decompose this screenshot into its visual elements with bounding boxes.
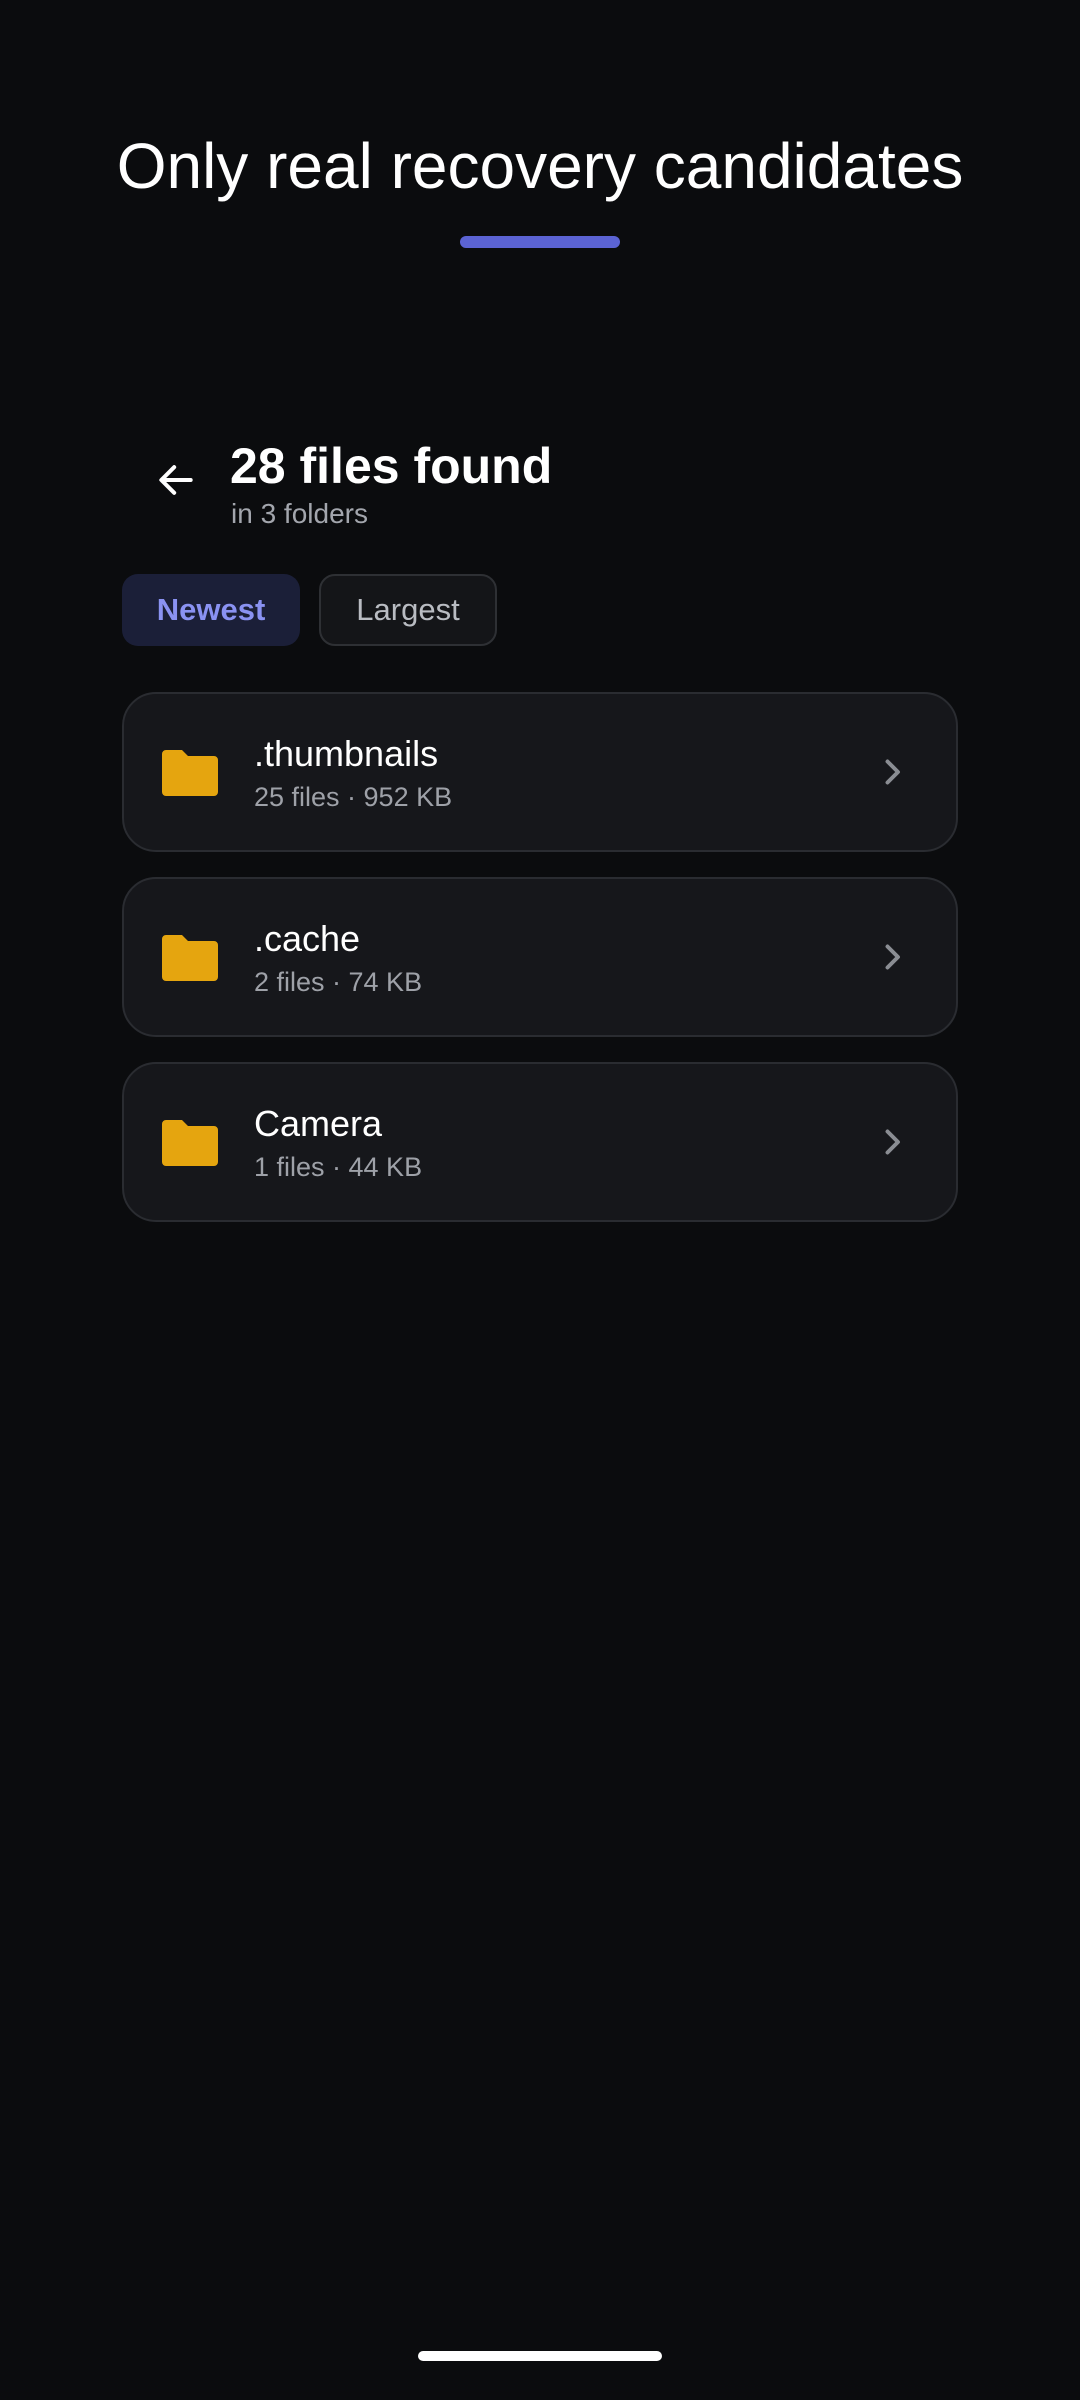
folder-icon: [162, 750, 218, 796]
chevron-right-icon: [874, 754, 910, 790]
chevron-right-icon: [874, 1124, 910, 1160]
folder-icon: [162, 1120, 218, 1166]
folder-name: .thumbnails: [254, 733, 439, 774]
home-indicator[interactable]: [418, 2351, 662, 2361]
chevron-right-icon: [874, 939, 910, 975]
results-title: 28 files found: [230, 438, 553, 494]
folder-meta: 1 files · 44 KB: [254, 1152, 423, 1182]
folder-meta: 2 files · 74 KB: [254, 967, 423, 997]
folder-name: .cache: [254, 918, 361, 959]
arrow-left-icon: [154, 458, 198, 502]
folder-icon: [162, 935, 218, 981]
folder-card-thumbnails[interactable]: .thumbnails 25 files · 952 KB: [122, 692, 958, 852]
back-button[interactable]: [144, 448, 208, 512]
results-subtitle: in 3 folders: [231, 498, 368, 529]
folder-meta: 25 files · 952 KB: [254, 782, 453, 812]
folder-card-camera[interactable]: Camera 1 files · 44 KB: [122, 1062, 958, 1222]
hero-underline: [460, 236, 620, 248]
folder-card-cache[interactable]: .cache 2 files · 74 KB: [122, 877, 958, 1037]
sort-chip-largest[interactable]: Largest: [319, 574, 497, 646]
hero-title: Only real recovery candidates: [116, 130, 964, 202]
folder-name: Camera: [254, 1103, 383, 1144]
sort-chip-newest[interactable]: Newest: [122, 574, 300, 646]
